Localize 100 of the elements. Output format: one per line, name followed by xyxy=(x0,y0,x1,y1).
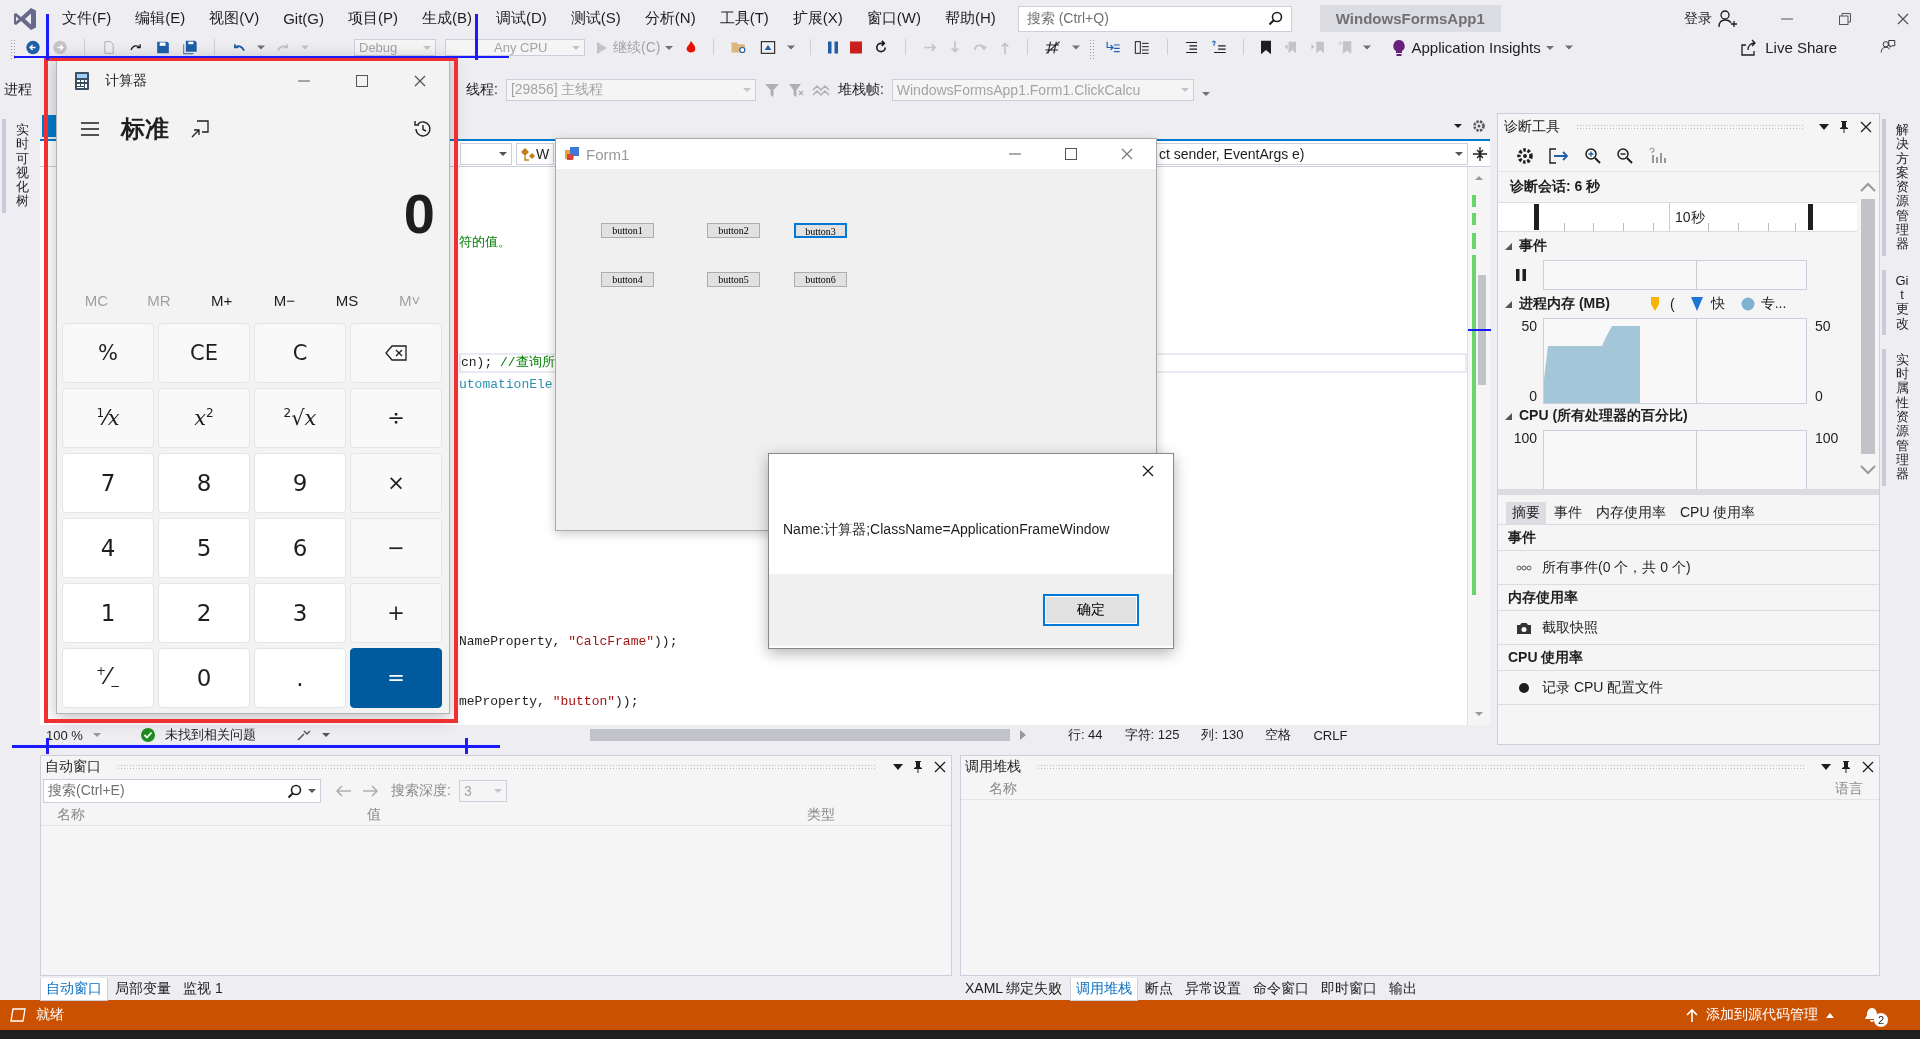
tab[interactable]: 异常设置 xyxy=(1179,978,1246,1000)
restore-icon[interactable] xyxy=(1838,11,1852,26)
equals-key[interactable]: = xyxy=(350,648,442,708)
vertical-scrollbar[interactable] xyxy=(1467,167,1490,725)
close-icon[interactable] xyxy=(1859,120,1873,134)
close-icon[interactable] xyxy=(413,74,427,88)
member-dropdown[interactable]: ct sender, EventArgs e) xyxy=(1154,142,1468,165)
memory-button[interactable]: M− xyxy=(253,291,316,309)
collapse-icon[interactable] xyxy=(1504,299,1513,309)
column-number[interactable]: 列: 130 xyxy=(1201,726,1244,744)
pin-icon[interactable] xyxy=(911,760,925,774)
history-icon[interactable] xyxy=(413,119,433,139)
live-share-button[interactable]: Live Share xyxy=(1737,39,1839,56)
sign-in-link[interactable]: 登录 xyxy=(1678,9,1718,28)
add-user-icon[interactable] xyxy=(1718,9,1738,28)
search-field[interactable]: 搜索 (Ctrl+Q) xyxy=(1017,5,1292,32)
calculator-key[interactable]: 9 xyxy=(254,453,346,513)
form-button[interactable]: button3 xyxy=(794,223,847,238)
split-icon[interactable] xyxy=(1472,145,1488,162)
brush-icon[interactable] xyxy=(295,728,312,742)
pin-icon[interactable] xyxy=(1837,120,1851,134)
application-insights-button[interactable]: Application Insights xyxy=(1390,39,1556,56)
action-link[interactable]: 记录 CPU 配置文件 xyxy=(1542,678,1664,697)
settings-icon[interactable] xyxy=(1472,119,1486,133)
calculator-key[interactable]: x$^{2}$ xyxy=(158,388,250,448)
menu-item[interactable]: Git(G) xyxy=(271,7,336,30)
calculator-key[interactable]: $^{1}$⁄x xyxy=(62,388,154,448)
calculator-key[interactable]: 6 xyxy=(254,518,346,578)
calculator-key[interactable]: × xyxy=(350,453,442,513)
calculator-key[interactable]: . xyxy=(254,648,346,708)
issues-status[interactable]: 未找到相关问题 xyxy=(164,726,256,744)
menu-item[interactable]: 窗口(W) xyxy=(854,6,933,31)
tab[interactable]: 调用堆栈 xyxy=(1069,977,1138,1001)
tab[interactable]: 输出 xyxy=(1383,978,1422,1000)
settings-icon[interactable] xyxy=(1516,146,1534,165)
collapse-icon[interactable] xyxy=(1504,411,1513,421)
tab[interactable]: XAML 绑定失败 xyxy=(960,978,1068,1000)
calculator-key[interactable]: 4 xyxy=(62,518,154,578)
calculator-key[interactable]: $^{2}$√x xyxy=(254,388,346,448)
caret-icon[interactable] xyxy=(321,733,330,737)
menu-item[interactable]: 项目(P) xyxy=(336,6,410,31)
menu-item[interactable]: 分析(N) xyxy=(632,6,708,31)
tab[interactable]: 局部变量 xyxy=(110,978,176,1000)
caret-icon[interactable] xyxy=(1454,124,1462,128)
form-button[interactable]: button6 xyxy=(794,272,847,287)
form-button[interactable]: button4 xyxy=(601,272,654,287)
menu-item[interactable]: 文件(F) xyxy=(50,6,124,31)
zoom-out-icon[interactable] xyxy=(1616,146,1634,165)
calculator-key[interactable]: 1 xyxy=(62,583,154,643)
tab[interactable]: 事件 xyxy=(1548,501,1588,524)
tab[interactable]: 自动窗口 xyxy=(40,977,108,1001)
menu-item[interactable]: 生成(B) xyxy=(410,6,484,31)
feedback-icon[interactable] xyxy=(1878,39,1898,54)
tab[interactable]: 命令窗口 xyxy=(1247,978,1314,1000)
calculator-key[interactable]: C xyxy=(254,323,346,383)
close-icon[interactable] xyxy=(933,760,947,774)
action-link[interactable]: 截取快照 xyxy=(1542,618,1598,637)
tab[interactable]: 监视 1 xyxy=(178,978,228,1000)
tab[interactable]: 摘要 xyxy=(1506,501,1546,524)
whitespace-mode[interactable]: 空格 xyxy=(1265,726,1292,744)
type-dropdown[interactable]: W xyxy=(516,142,554,165)
close-icon[interactable] xyxy=(1861,760,1875,774)
thread-switch-icon[interactable] xyxy=(811,82,830,98)
calculator-key[interactable]: 7 xyxy=(62,453,154,513)
menu-item[interactable]: 帮助(H) xyxy=(932,6,1008,31)
zoom-level[interactable]: 100 % xyxy=(46,727,83,743)
calculator-key[interactable]: 2 xyxy=(158,583,250,643)
bookmark-icon[interactable] xyxy=(1259,40,1274,55)
line-number[interactable]: 行: 44 xyxy=(1067,726,1103,744)
comment-lines-icon[interactable] xyxy=(1210,40,1229,55)
horizontal-scrollbar-thumb[interactable] xyxy=(589,729,1010,741)
zoom-in-icon[interactable] xyxy=(1584,146,1602,165)
back-icon[interactable] xyxy=(24,40,42,55)
calculator-key[interactable]: CE xyxy=(158,323,250,383)
menu-item[interactable]: 调试(D) xyxy=(484,6,559,31)
maximize-icon[interactable] xyxy=(1064,147,1078,161)
form-button[interactable]: button5 xyxy=(707,272,760,287)
tab[interactable]: 断点 xyxy=(1139,978,1178,1000)
source-control-button[interactable]: 添加到源代码管理 xyxy=(1686,1006,1834,1024)
ok-button[interactable]: 确定 xyxy=(1043,594,1139,626)
tab[interactable]: CPU 使用率 xyxy=(1674,501,1762,524)
save-icon[interactable] xyxy=(154,40,172,55)
caret-icon[interactable] xyxy=(1819,124,1829,130)
memory-button[interactable]: MS xyxy=(315,291,379,309)
tab[interactable]: 内存使用率 xyxy=(1590,501,1672,524)
calculator-key[interactable]: 8 xyxy=(158,453,250,513)
search-field[interactable]: 搜索(Ctrl+E) xyxy=(43,779,321,803)
menu-item[interactable]: 测试(S) xyxy=(558,6,633,31)
calculator-key[interactable]: $^{+}$⁄$_{−}$ xyxy=(62,648,154,708)
side-tab[interactable]: 实时属性资源管理器 xyxy=(1881,348,1919,486)
export-icon[interactable] xyxy=(1548,146,1570,165)
calculator-key[interactable]: ÷ xyxy=(350,388,442,448)
action-link[interactable]: 所有事件(0 个，共 0 个) xyxy=(1542,558,1691,577)
keep-on-top-icon[interactable] xyxy=(191,120,209,138)
save-all-icon[interactable] xyxy=(181,40,199,55)
pause-icon[interactable] xyxy=(1515,269,1526,281)
chart-help-icon[interactable] xyxy=(1648,146,1666,165)
caret-icon[interactable] xyxy=(893,764,903,770)
character-number[interactable]: 字符: 125 xyxy=(1124,726,1180,744)
form-button[interactable]: button1 xyxy=(601,223,654,238)
